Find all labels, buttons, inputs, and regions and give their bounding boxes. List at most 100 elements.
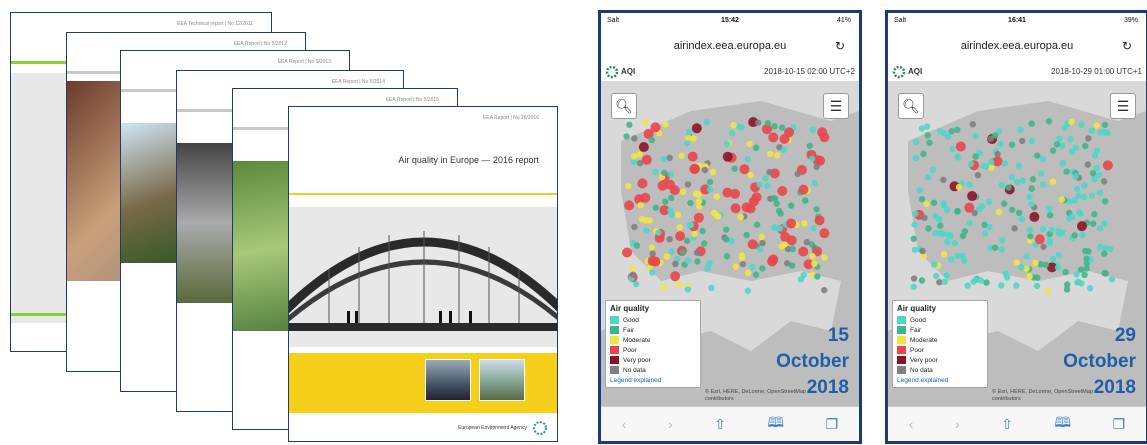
share-icon[interactable]: ⇧ (1001, 416, 1013, 433)
station-marker[interactable] (1064, 281, 1071, 288)
station-marker[interactable] (1062, 268, 1069, 276)
station-marker[interactable] (1067, 136, 1074, 143)
station-marker[interactable] (981, 221, 988, 229)
station-marker[interactable] (997, 140, 1004, 148)
station-marker[interactable] (637, 202, 644, 209)
station-marker[interactable] (937, 222, 944, 229)
station-marker[interactable] (648, 136, 656, 144)
station-marker[interactable] (923, 200, 930, 208)
station-marker[interactable] (988, 158, 995, 166)
station-marker[interactable] (661, 169, 668, 177)
station-marker[interactable] (1046, 205, 1053, 213)
station-marker[interactable] (731, 165, 738, 172)
station-marker[interactable] (1073, 271, 1080, 278)
station-marker[interactable] (944, 238, 951, 246)
station-marker[interactable] (821, 286, 828, 294)
station-marker[interactable] (686, 128, 693, 135)
station-marker[interactable] (1071, 232, 1078, 239)
station-marker[interactable] (757, 246, 764, 253)
station-marker[interactable] (777, 185, 788, 196)
station-marker[interactable] (662, 198, 669, 205)
station-marker[interactable] (754, 119, 762, 126)
station-marker[interactable] (646, 217, 653, 224)
station-marker[interactable] (679, 248, 687, 256)
station-marker[interactable] (1082, 142, 1089, 150)
station-marker[interactable] (925, 225, 932, 232)
station-marker[interactable] (774, 152, 781, 159)
bookmarks-icon[interactable]: 🕮︎ (1055, 412, 1072, 436)
menu-button[interactable]: ☰ (1110, 93, 1136, 119)
station-marker[interactable] (932, 272, 940, 280)
station-marker[interactable] (678, 152, 685, 160)
station-marker[interactable] (1013, 282, 1020, 289)
station-marker[interactable] (623, 133, 630, 140)
station-marker[interactable] (744, 269, 752, 276)
station-marker[interactable] (1101, 121, 1109, 129)
station-marker[interactable] (788, 202, 795, 209)
station-marker[interactable] (998, 246, 1005, 253)
station-marker[interactable] (629, 271, 637, 278)
search-button[interactable]: 🔍︎ (611, 93, 637, 119)
station-marker[interactable] (954, 208, 961, 215)
station-marker[interactable] (1008, 141, 1016, 148)
station-marker[interactable] (998, 282, 1005, 289)
station-marker[interactable] (803, 238, 810, 246)
station-marker[interactable] (738, 254, 746, 262)
station-marker[interactable] (683, 237, 691, 245)
station-marker[interactable] (972, 133, 979, 140)
station-marker[interactable] (910, 283, 917, 290)
station-marker[interactable] (650, 122, 661, 133)
station-marker[interactable] (995, 208, 1003, 216)
station-marker[interactable] (647, 255, 658, 266)
station-marker[interactable] (971, 209, 978, 217)
station-marker[interactable] (1040, 243, 1047, 251)
share-icon[interactable]: ⇧ (714, 416, 726, 433)
station-marker[interactable] (1069, 213, 1076, 220)
station-marker[interactable] (672, 260, 679, 268)
station-marker[interactable] (811, 260, 818, 267)
station-marker[interactable] (652, 204, 660, 211)
tabs-icon[interactable]: ❐ (1113, 416, 1126, 433)
station-marker[interactable] (636, 159, 644, 167)
station-marker[interactable] (753, 221, 761, 228)
station-marker[interactable] (1028, 200, 1035, 208)
station-marker[interactable] (967, 191, 978, 202)
station-marker[interactable] (687, 151, 698, 162)
station-marker[interactable] (771, 123, 778, 130)
station-marker[interactable] (783, 260, 791, 267)
station-marker[interactable] (1089, 170, 1097, 177)
station-marker[interactable] (767, 256, 778, 267)
station-marker[interactable] (1034, 152, 1041, 159)
station-marker[interactable] (937, 229, 944, 237)
station-marker[interactable] (668, 211, 675, 219)
station-marker[interactable] (747, 171, 754, 179)
station-marker[interactable] (708, 284, 715, 292)
station-marker[interactable] (811, 179, 818, 187)
station-marker[interactable] (813, 163, 820, 171)
station-marker[interactable] (1034, 274, 1041, 281)
station-marker[interactable] (778, 124, 786, 131)
station-marker[interactable] (1068, 118, 1075, 126)
station-marker[interactable] (1083, 255, 1090, 262)
bookmarks-icon[interactable]: 🕮︎ (768, 412, 785, 436)
reload-icon[interactable]: ↻ (835, 31, 845, 61)
station-marker[interactable] (699, 227, 706, 235)
station-marker[interactable] (693, 212, 704, 223)
station-marker[interactable] (1039, 156, 1046, 163)
station-marker[interactable] (912, 138, 920, 146)
station-marker[interactable] (622, 247, 633, 258)
station-marker[interactable] (730, 121, 737, 129)
station-marker[interactable] (1039, 181, 1047, 188)
station-marker[interactable] (649, 269, 656, 276)
station-marker[interactable] (667, 171, 675, 178)
station-marker[interactable] (991, 132, 999, 139)
station-marker[interactable] (701, 166, 709, 174)
station-marker[interactable] (1032, 259, 1039, 267)
station-marker[interactable] (739, 260, 747, 268)
station-marker[interactable] (998, 181, 1005, 189)
station-marker[interactable] (926, 139, 933, 146)
station-marker[interactable] (1033, 282, 1041, 290)
station-marker[interactable] (636, 151, 643, 158)
station-marker[interactable] (1081, 182, 1088, 189)
station-marker[interactable] (691, 230, 698, 238)
